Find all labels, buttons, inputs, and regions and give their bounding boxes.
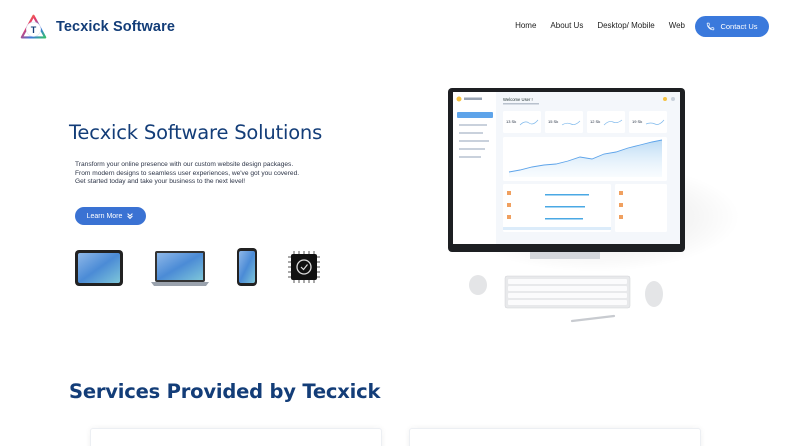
- phone-icon: [237, 248, 257, 286]
- stat-value: 15 Sk: [548, 119, 558, 124]
- service-card[interactable]: [90, 428, 382, 446]
- desktop-monitor-illustration: Welcome User ! 13 Sk 15 Sk 12 Sk 19 Sk: [448, 88, 740, 323]
- learn-more-label: Learn More: [86, 212, 123, 220]
- contact-us-button[interactable]: Contact Us: [695, 16, 769, 37]
- top-nav: T Tecxick Software Home About Us Desktop…: [0, 0, 793, 54]
- stat-value: 12 Sk: [590, 119, 600, 124]
- nav-link-desktop-mobile[interactable]: Desktop/ Mobile: [597, 21, 654, 30]
- contact-us-label: Contact Us: [720, 22, 758, 31]
- nav-link-web[interactable]: Web: [669, 21, 685, 30]
- hero-description: Transform your online presence with our …: [75, 161, 345, 187]
- chip-icon: [288, 251, 320, 283]
- dashboard-welcome: Welcome User !: [503, 97, 533, 102]
- tablet-icon: [75, 250, 123, 286]
- nav-link-home[interactable]: Home: [515, 21, 536, 30]
- service-card[interactable]: [409, 428, 701, 446]
- svg-text:T: T: [31, 25, 37, 35]
- brand-logo-icon[interactable]: T: [20, 14, 47, 41]
- services-title: Services Provided by Tecxick: [69, 380, 381, 403]
- stat-value: 19 Sk: [632, 119, 642, 124]
- nav-links: Home About Us Desktop/ Mobile Web: [515, 21, 685, 30]
- hero-desc-line: Transform your online presence with our …: [75, 161, 294, 168]
- learn-more-button[interactable]: Learn More: [75, 207, 146, 225]
- hero-title: Tecxick Software Solutions: [69, 121, 323, 144]
- phone-icon: [707, 22, 715, 31]
- hero-desc-line: From modern designs to seamless user exp…: [75, 169, 300, 177]
- hero-desc-line: Get started today and take your business…: [75, 178, 246, 186]
- device-icons-row: [75, 248, 320, 286]
- stat-value: 13 Sk: [506, 119, 516, 124]
- laptop-icon: [151, 251, 209, 286]
- nav-link-about[interactable]: About Us: [550, 21, 583, 30]
- double-chevron-down-icon: [127, 213, 134, 220]
- brand-name[interactable]: Tecxick Software: [56, 19, 175, 35]
